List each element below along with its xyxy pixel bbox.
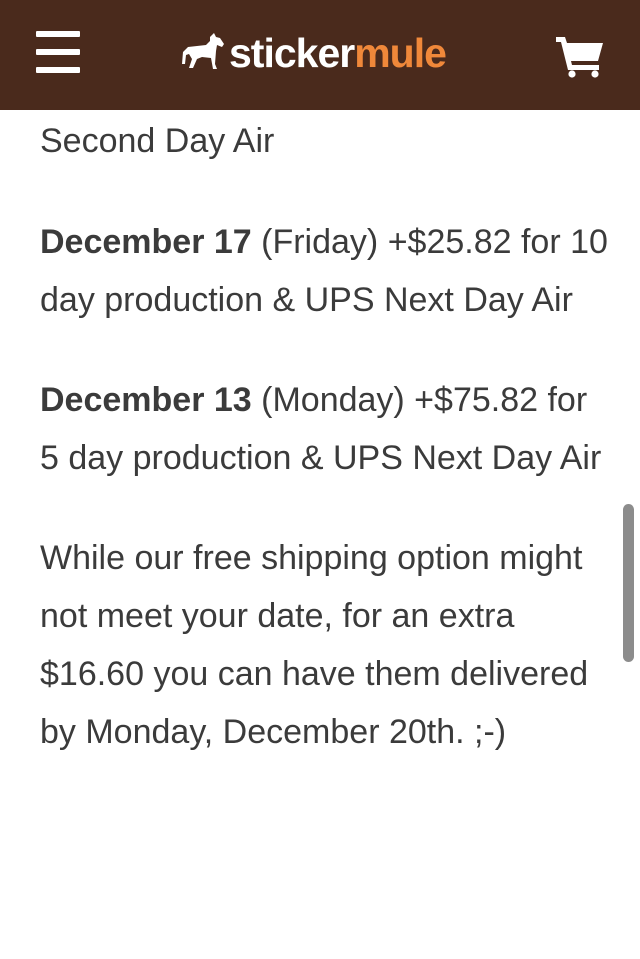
mule-icon [180,31,229,76]
shipping-option-december-13: December 13 (Monday) +$75.82 for 5 day p… [40,371,615,487]
shipping-option-december-17: December 17 (Friday) +$25.82 for 10 day … [40,213,615,329]
cart-button[interactable] [556,34,604,78]
hamburger-menu-button[interactable] [36,31,82,73]
option-date: December 13 [40,381,252,419]
site-header: stickermule [0,0,640,110]
option-date: December 17 [40,223,252,261]
shopping-cart-icon [556,37,604,82]
brand-name: stickermule [229,28,447,78]
shipping-line-second-day-air: Second Day Air [40,122,275,160]
stickermule-logo[interactable]: stickermule [180,28,447,78]
scrollbar-thumb[interactable] [623,504,634,662]
closing-paragraph: While our free shipping option might not… [40,539,589,751]
brand-word-sticker: sticker [229,30,355,76]
brand-word-mule: mule [354,30,447,76]
shipping-options-text: Second Day Air December 17 (Friday) +$25… [40,112,615,803]
